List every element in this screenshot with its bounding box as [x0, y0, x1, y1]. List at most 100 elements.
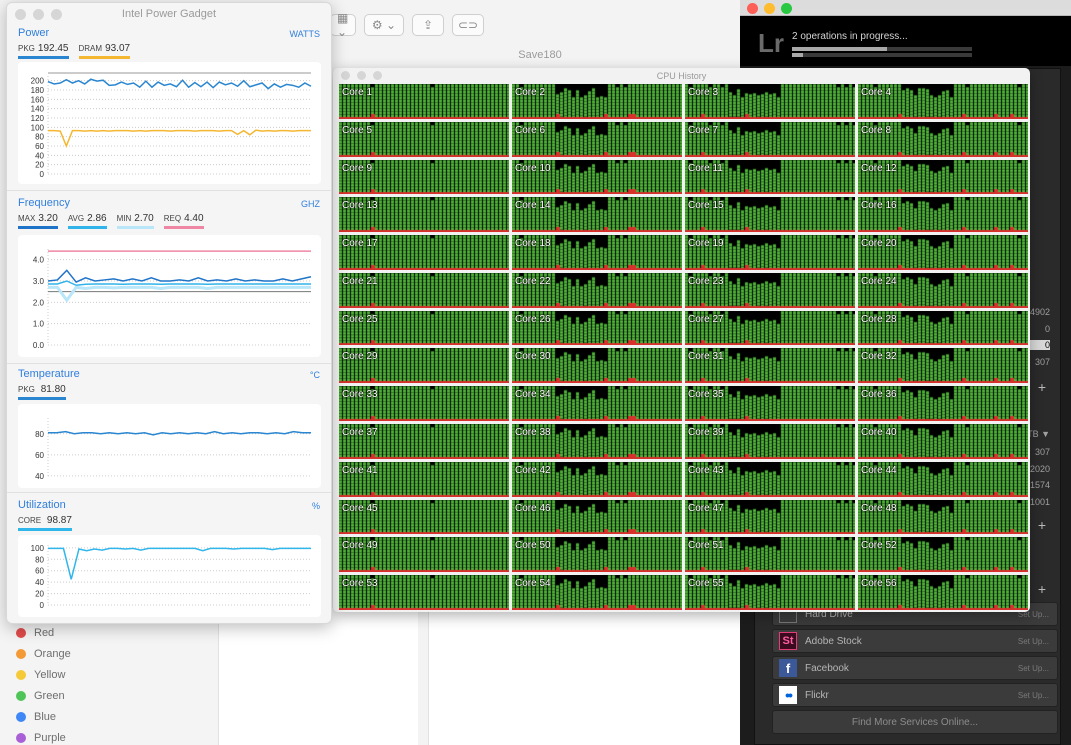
- core-graph: Core 17: [339, 235, 509, 270]
- y-tick-label: 100: [31, 123, 45, 132]
- section-title: Temperature: [18, 368, 80, 380]
- finder-window-title: Save180: [518, 49, 562, 61]
- yellow-dot-icon: [16, 670, 26, 680]
- series-line-pkg: [48, 430, 311, 436]
- flickr-icon: ••: [779, 686, 797, 704]
- metric-pkg: PKG 192.45: [18, 43, 69, 59]
- y-tick-label: 80: [35, 133, 44, 142]
- add-icon[interactable]: +: [1038, 581, 1046, 597]
- core-graph: Core 41: [339, 461, 509, 497]
- red-dot-icon: [16, 628, 26, 638]
- add-icon[interactable]: +: [1038, 379, 1046, 395]
- unit-label: %: [311, 501, 320, 511]
- core-label: Core 35: [688, 389, 724, 401]
- tag-blue[interactable]: Blue: [16, 711, 56, 723]
- core-label: Core 10: [515, 162, 551, 174]
- tag-yellow[interactable]: Yellow: [16, 669, 65, 681]
- service-adobe-stock[interactable]: St Adobe Stock Set Up...: [772, 629, 1058, 653]
- section-title: Power: [18, 27, 50, 39]
- setup-button[interactable]: Set Up...: [1018, 664, 1049, 673]
- add-icon[interactable]: +: [1038, 517, 1046, 533]
- y-tick-label: 3.0: [33, 277, 45, 286]
- core-graph: Core 54: [512, 575, 682, 610]
- action-gear-button[interactable]: ⚙ ⌄: [364, 14, 404, 36]
- tag-orange[interactable]: Orange: [16, 648, 71, 660]
- core-label: Core 41: [342, 464, 378, 476]
- y-tick-label: 120: [31, 114, 45, 123]
- setup-button[interactable]: Set Up...: [1018, 637, 1049, 646]
- temperature-chart: 40 60 80: [18, 404, 321, 488]
- core-graph: Core 1: [339, 84, 509, 119]
- y-tick-label: 0.0: [33, 341, 45, 350]
- view-options-button[interactable]: ▦ ⌄: [330, 11, 356, 39]
- setup-button[interactable]: Set Up...: [1018, 691, 1049, 700]
- service-flickr[interactable]: •• Flickr Set Up...: [772, 683, 1058, 707]
- core-graph: Core 35: [685, 386, 855, 422]
- core-label: Core 7: [688, 124, 719, 136]
- core-label: Core 42: [515, 464, 551, 476]
- series-line-dram: [48, 129, 311, 149]
- y-tick-label: 20: [35, 590, 44, 599]
- core-graph: Core 7: [685, 121, 855, 157]
- service-facebook[interactable]: f Facebook Set Up...: [772, 656, 1058, 680]
- tag-red[interactable]: Red: [16, 627, 54, 639]
- core-label: Core 3: [688, 87, 719, 98]
- core-graph: Core 10: [512, 159, 682, 195]
- core-label: Core 30: [515, 351, 551, 363]
- tag-green[interactable]: Green: [16, 690, 65, 702]
- core-label: Core 31: [688, 351, 724, 363]
- core-label: Core 32: [861, 351, 897, 363]
- core-label: Core 28: [861, 313, 897, 325]
- core-label: Core 27: [688, 313, 724, 325]
- core-label: Core 46: [515, 502, 551, 514]
- core-graph: Core 53: [339, 575, 509, 610]
- core-label: Core 24: [861, 275, 897, 287]
- core-graph: Core 14: [512, 197, 682, 233]
- y-tick-label: 20: [35, 161, 44, 170]
- core-graph: Core 42: [512, 461, 682, 497]
- metric-pkg-temp: PKG 81.80: [18, 384, 66, 400]
- core-graph: Core 12: [858, 159, 1028, 195]
- core-label: Core 33: [342, 389, 378, 401]
- core-label: Core 39: [688, 427, 724, 439]
- core-graph: Core 6: [512, 121, 682, 157]
- minimize-button[interactable]: [764, 3, 775, 14]
- finder-column: [428, 608, 752, 745]
- finder-sidebar: Red Orange Yellow Green Blue Purple: [0, 608, 218, 745]
- core-graph: Core 47: [685, 499, 855, 535]
- core-label: Core 14: [515, 200, 551, 212]
- core-graph: Core 26: [512, 310, 682, 346]
- core-label: Core 29: [342, 351, 378, 363]
- find-more-services-button[interactable]: Find More Services Online...: [772, 710, 1058, 734]
- tag-button[interactable]: ⊂⊃: [452, 14, 484, 36]
- core-graph: Core 15: [685, 197, 855, 233]
- core-label: Core 36: [861, 389, 897, 401]
- core-graph: Core 23: [685, 272, 855, 308]
- core-label: Core 54: [515, 578, 551, 590]
- y-tick-label: 60: [35, 142, 44, 151]
- zoom-button[interactable]: [781, 3, 792, 14]
- core-label: Core 18: [515, 238, 551, 250]
- y-tick-label: 180: [31, 86, 45, 95]
- adobe-stock-icon: St: [779, 632, 797, 650]
- facebook-icon: f: [779, 659, 797, 677]
- y-tick-label: 40: [35, 472, 44, 481]
- core-graph: Core 28: [858, 310, 1028, 346]
- unit-label: WATTS: [289, 29, 321, 39]
- core-graph: Core 11: [685, 159, 855, 195]
- y-tick-label: 40: [35, 151, 44, 160]
- core-graph: Core 55: [685, 575, 855, 610]
- core-graph: Core 30: [512, 348, 682, 384]
- metric-max: MAX 3.20: [18, 213, 58, 229]
- metric-req: REQ 4.40: [163, 213, 204, 229]
- share-button[interactable]: ⇪: [412, 14, 444, 36]
- tag-purple[interactable]: Purple: [16, 732, 66, 744]
- core-graph: Core 33: [339, 386, 509, 422]
- core-label: Core 38: [515, 427, 551, 439]
- core-label: Core 17: [342, 238, 378, 250]
- core-graph: Core 39: [685, 424, 855, 459]
- close-button[interactable]: [747, 3, 758, 14]
- core-graph: Core 22: [512, 272, 682, 308]
- blue-dot-icon: [16, 712, 26, 722]
- core-label: Core 26: [515, 313, 551, 325]
